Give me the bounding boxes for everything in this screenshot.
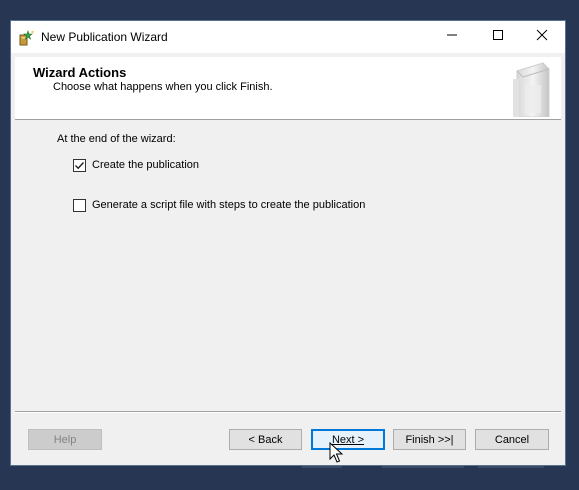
- desktop-background: New Publication Wizard Wizard Actions Ch…: [0, 0, 579, 490]
- title-bar[interactable]: New Publication Wizard: [11, 21, 565, 53]
- wizard-app-icon: [19, 29, 35, 47]
- wizard-header: Wizard Actions Choose what happens when …: [15, 57, 561, 120]
- taskbar-hint: [302, 466, 342, 468]
- section-label: At the end of the wizard:: [57, 133, 176, 145]
- wizard-banner-icon: [503, 59, 561, 118]
- wizard-content: At the end of the wizard: Create the pub…: [15, 120, 561, 410]
- generate-script-option[interactable]: Generate a script file with steps to cre…: [73, 197, 365, 213]
- maximize-icon: [492, 28, 504, 46]
- create-publication-label[interactable]: Create the publication: [92, 159, 199, 171]
- cancel-button[interactable]: Cancel: [475, 429, 549, 450]
- back-button[interactable]: < Back: [229, 429, 302, 450]
- create-publication-option[interactable]: Create the publication: [73, 157, 199, 173]
- finish-button[interactable]: Finish >>|: [393, 429, 466, 450]
- checkmark-icon: [75, 161, 85, 169]
- next-button[interactable]: Next >: [311, 429, 385, 450]
- help-button[interactable]: Help: [28, 429, 102, 450]
- minimize-button[interactable]: [429, 21, 475, 53]
- close-icon: [536, 28, 548, 46]
- window-title: New Publication Wizard: [41, 30, 168, 44]
- generate-script-label[interactable]: Generate a script file with steps to cre…: [92, 199, 365, 211]
- page-subtitle: Choose what happens when you click Finis…: [53, 81, 273, 93]
- page-title: Wizard Actions: [33, 65, 127, 80]
- maximize-button[interactable]: [475, 21, 521, 53]
- minimize-icon: [446, 28, 458, 46]
- close-button[interactable]: [519, 21, 565, 53]
- wizard-window: New Publication Wizard Wizard Actions Ch…: [10, 20, 566, 466]
- generate-script-checkbox[interactable]: [73, 198, 86, 212]
- mouse-cursor-icon: [329, 441, 344, 464]
- taskbar-hint: [478, 466, 544, 468]
- footer-divider: [15, 411, 561, 413]
- taskbar-hint: [382, 466, 464, 468]
- create-publication-checkbox[interactable]: [73, 158, 86, 172]
